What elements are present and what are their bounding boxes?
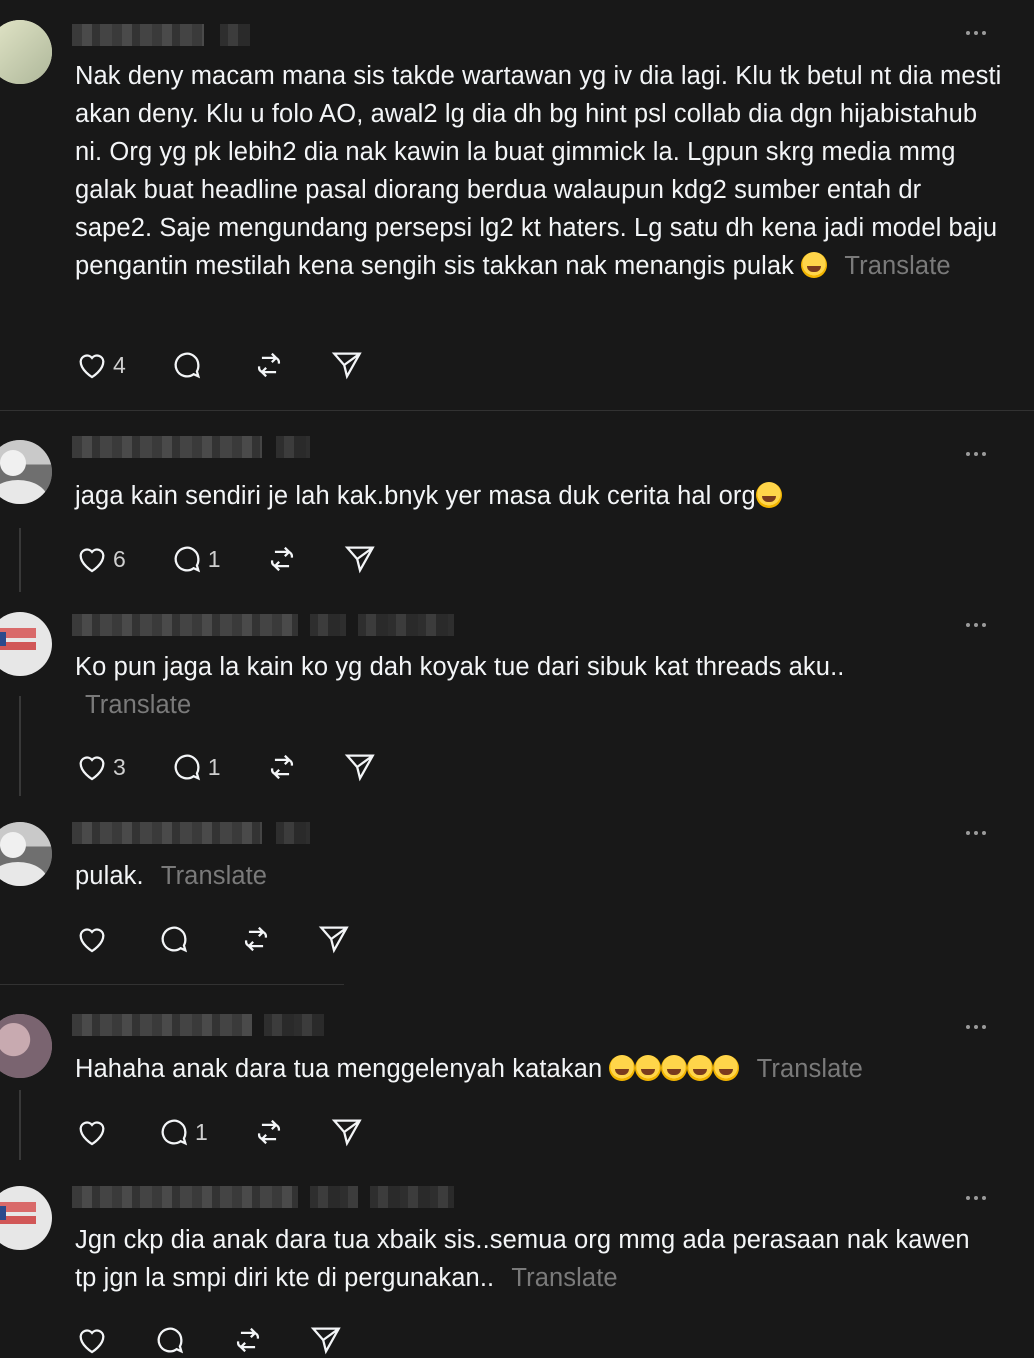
post-body: Nak deny macam mana sis takde wartawan y… [75,62,1002,280]
thread-line [19,1090,21,1160]
like-count: 6 [113,545,126,572]
share-button[interactable] [330,1115,364,1149]
repost-button[interactable] [265,542,299,576]
share-button[interactable] [343,750,377,784]
like-button[interactable]: 6 [75,542,126,576]
post-text: Nak deny macam mana sis takde wartawan y… [75,57,1005,285]
thread-line [19,696,21,796]
like-button[interactable] [75,1115,113,1149]
post-actions [75,921,395,957]
comment-icon [161,1119,188,1146]
avatar[interactable] [0,612,52,676]
reply-count: 1 [207,545,221,572]
send-icon [331,1119,362,1147]
send-icon [331,352,362,380]
share-button[interactable] [317,922,351,956]
send-icon [318,926,349,954]
username-blurred[interactable] [72,1186,454,1208]
heart-icon [79,928,105,953]
more-options-icon[interactable] [966,1025,986,1029]
translate-link[interactable]: Translate [844,252,950,280]
post-text: Jgn ckp dia anak dara tua xbaik sis..sem… [75,1221,975,1297]
avatar[interactable] [0,440,52,504]
post-actions: 3 1 [75,749,421,785]
post-divider [0,410,1034,411]
reply-button[interactable] [170,348,208,382]
repost-icon [270,546,293,572]
post-actions: 1 [75,1114,408,1150]
translate-link[interactable]: Translate [511,1264,617,1292]
username-blurred[interactable] [72,822,310,844]
more-options-icon[interactable] [966,452,986,456]
repost-button[interactable] [265,750,299,784]
post-actions: 4 [75,347,408,383]
like-count: 4 [113,351,126,378]
comment-icon [174,754,200,781]
avatar[interactable] [0,1014,52,1078]
post-body: Ko pun jaga la kain ko yg dah koyak tue … [75,653,845,681]
translate-link[interactable]: Translate [161,862,267,890]
share-button[interactable] [343,542,377,576]
reply-button[interactable]: 1 [157,1115,208,1149]
post-text: pulak. Translate [75,857,1005,895]
more-options-icon[interactable] [966,623,986,627]
post-text: jaga kain sendiri je lah kak.bnyk yer ma… [75,477,1005,515]
repost-button[interactable] [252,1115,286,1149]
comment-icon [174,352,200,379]
post-body: pulak. [75,862,144,890]
emoji-sweat-smile [755,482,782,508]
repost-button[interactable] [252,348,286,382]
send-icon [344,754,375,782]
post-divider [0,984,344,985]
reply-button[interactable]: 1 [170,542,221,576]
more-options-icon[interactable] [966,31,986,35]
more-options-icon[interactable] [966,1196,986,1200]
post-actions [75,1322,387,1358]
repost-icon [257,1119,280,1145]
username-blurred[interactable] [72,1014,324,1036]
avatar[interactable] [0,1186,52,1250]
post-actions: 6 1 [75,541,421,577]
like-button[interactable] [75,922,113,956]
like-count: 3 [113,753,126,780]
translate-link[interactable]: Translate [85,691,191,719]
send-icon [344,546,375,574]
heart-icon [79,548,105,573]
repost-icon [244,926,268,952]
post-body: jaga kain sendiri je lah kak.bnyk yer ma… [75,482,756,510]
repost-button[interactable] [239,922,273,956]
avatar[interactable] [0,20,52,84]
reply-button[interactable]: 1 [170,750,221,784]
repost-icon [270,754,293,780]
repost-icon [257,352,280,378]
post-body: Hahaha anak dara tua menggelenyah kataka… [75,1055,603,1083]
comment-icon [174,546,200,573]
post-text: Hahaha anak dara tua menggelenyah kataka… [75,1050,1005,1088]
heart-icon [79,1121,105,1146]
more-options-icon[interactable] [966,831,986,835]
like-button[interactable]: 4 [75,348,126,382]
avatar[interactable] [0,822,52,886]
reply-button[interactable] [157,922,195,956]
reply-count: 1 [195,1118,208,1145]
emoji-sweat-smile [801,252,828,278]
emoji-tears-of-joy [609,1055,740,1083]
username-blurred[interactable] [72,614,454,636]
heart-icon [79,354,105,379]
reply-count: 1 [207,753,221,780]
thread-line [19,528,21,592]
like-button[interactable]: 3 [75,750,126,784]
username-blurred[interactable] [72,24,250,46]
post-text: Ko pun jaga la kain ko yg dah koyak tue … [75,648,855,724]
share-button[interactable] [330,348,364,382]
username-blurred[interactable] [72,436,310,458]
heart-icon [79,756,105,781]
comment-icon [161,926,188,953]
translate-link[interactable]: Translate [757,1055,863,1083]
